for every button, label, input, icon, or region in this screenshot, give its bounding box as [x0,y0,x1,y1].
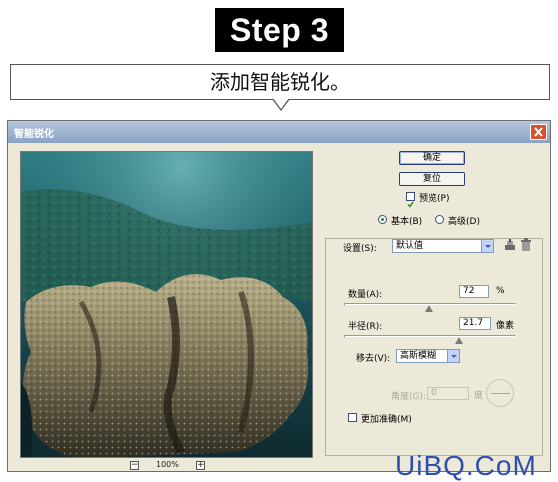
preview-checkbox[interactable] [406,192,415,208]
close-button[interactable] [530,124,547,140]
remove-label: 移去(V): [356,354,391,364]
advanced-mode-radio[interactable] [435,215,444,224]
radius-label: 半径(R): [348,322,383,332]
angle-input[interactable]: 0 [427,387,469,400]
more-accurate-label: 更加准确(M) [361,415,412,425]
angle-dial[interactable] [486,379,514,407]
preview-image[interactable] [20,151,313,458]
more-accurate-checkbox[interactable] [348,413,357,422]
step-badge: Step 3 [215,8,344,52]
angle-unit: 度 [474,391,484,401]
close-icon [534,127,543,137]
smart-sharpen-dialog: 智能锐化 − 100% + 确定 复位 预览(P) 基本(B) 高级(D) 设置… [7,120,551,472]
site-watermark: UiBQ.CoM [395,450,537,481]
dialog-title: 智能锐化 [14,129,54,140]
settings-group [325,238,543,456]
radius-value: 21.7 [463,318,484,328]
reset-button[interactable]: 复位 [399,172,465,186]
angle-label: 角度(G): [391,392,427,402]
angle-value: 0 [431,388,437,398]
remove-dropdown[interactable]: 高斯模糊 [396,349,460,363]
chevron-down-icon [481,240,493,252]
ok-button[interactable]: 确定 [399,151,465,165]
amount-input[interactable]: 72 [459,285,489,298]
radius-unit: 像素 [496,321,515,331]
settings-value: 默认值 [396,241,424,251]
amount-value: 72 [463,286,475,296]
advanced-mode-label: 高级(D) [448,217,480,227]
zoom-level: 100% [156,460,179,469]
coral-reef-preview [21,152,312,457]
radius-slider[interactable] [344,335,516,338]
settings-label: 设置(S): [343,244,377,254]
settings-dropdown[interactable]: 默认值 [392,239,494,253]
callout-pointer [272,98,290,111]
basic-mode-label: 基本(B) [391,217,423,227]
zoom-in-button[interactable]: + [196,461,205,470]
save-preset-icon[interactable] [503,238,517,252]
trash-icon[interactable] [520,238,532,252]
callout-box: 添加智能锐化。 [10,64,550,100]
checkmark-icon [407,201,414,208]
dialog-titlebar[interactable]: 智能锐化 [8,121,550,143]
radius-input[interactable]: 21.7 [459,317,491,330]
basic-mode-radio[interactable] [378,215,387,224]
zoom-out-button[interactable]: − [130,461,139,470]
remove-value: 高斯模糊 [400,351,437,361]
radius-slider-thumb[interactable] [454,337,463,344]
preview-label: 预览(P) [419,194,450,204]
chevron-down-icon [447,350,459,362]
callout-text: 添加智能锐化。 [210,70,350,94]
amount-unit: % [496,286,505,296]
amount-slider-thumb[interactable] [425,305,434,312]
amount-label: 数量(A): [348,290,383,300]
